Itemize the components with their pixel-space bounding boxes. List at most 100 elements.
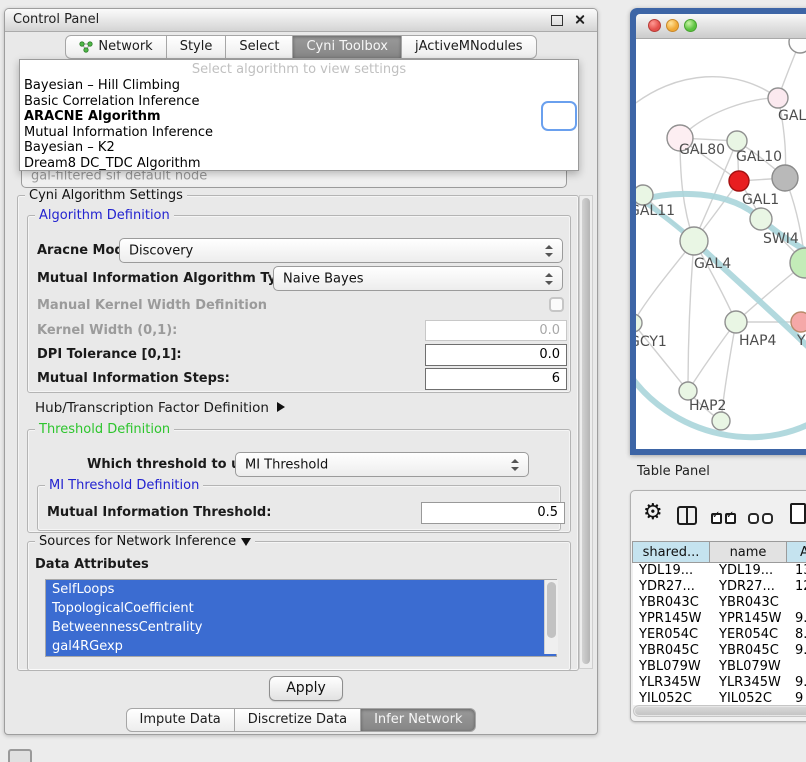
select-all-columns-icon[interactable] [711,513,736,524]
network-window-titlebar[interactable] [636,14,806,39]
hub-section-header[interactable]: Hub/Transcription Factor Definition [35,400,269,416]
table-row[interactable]: YBR045C YBR045C 9. [633,643,806,659]
cell-value: 9 [795,691,803,705]
tab-label: Cyni Toolbox [306,36,388,58]
node-unlabeled[interactable] [789,39,806,53]
settings-scrollbar[interactable] [579,195,593,669]
algorithm-placeholder: Select algorithm to view settings [20,61,578,78]
mi-steps-field[interactable]: 6 [425,368,567,390]
table-row[interactable]: YDL19... YDL19... 13 [633,563,806,579]
node-salmon[interactable] [791,312,806,332]
manual-kernel-checkbox[interactable] [549,297,564,312]
node-gal1-red[interactable] [729,171,749,191]
algorithm-option[interactable]: Basic Correlation Inference [20,94,578,110]
cell-shared-name: YER054C [639,627,698,643]
table-panel-title: Table Panel [637,464,710,479]
cell-value: 9. [795,611,806,627]
algorithm-option[interactable]: Dream8 DC_TDC Algorithm [20,156,578,172]
float-window-icon[interactable] [551,15,563,26]
split-columns-icon[interactable] [677,506,697,525]
algorithm-option[interactable]: Mutual Information Inference [20,125,578,141]
collapse-arrow-icon[interactable] [241,538,251,546]
algorithm-option[interactable]: Bayesian – Hill Climbing [20,78,578,94]
algorithm-dropdown-popup: Select algorithm to view settings Bayesi… [19,59,579,171]
node-gal-clipped[interactable] [768,88,788,108]
cell-shared-name: YBR043C [639,595,699,611]
node-swi4[interactable] [750,208,772,230]
table-row[interactable]: YIL052C YIL052C 9 [633,691,806,705]
focused-combo-fragment [541,101,577,131]
mi-algorithm-type-select[interactable]: Naive Bayes [273,266,563,291]
deselect-all-columns-icon[interactable] [748,513,773,524]
table-body[interactable]: YDL19... YDL19... 13 YDR27... YDR27... 1… [633,563,806,705]
apply-button[interactable]: Apply [269,676,343,701]
tab-discretize-data[interactable]: Discretize Data [234,708,361,732]
tab-impute-data[interactable]: Impute Data [126,708,235,732]
node-gcy1[interactable] [636,314,642,332]
expand-arrow-icon[interactable] [277,402,285,412]
attribute-item[interactable]: gal4RGexp [46,637,556,656]
table-row[interactable]: YBR043C YBR043C [633,595,806,611]
aracne-mode-select[interactable]: Discovery [119,238,563,263]
close-icon[interactable] [574,14,585,25]
table-row[interactable]: YPR145W YPR145W 9. [633,611,806,627]
attribute-item[interactable]: BetweennessCentrality [46,618,556,637]
scrollbar-thumb[interactable] [547,582,556,638]
which-threshold-select[interactable]: MI Threshold [235,452,529,477]
cell-name: YDL19... [719,563,773,579]
minimize-traffic-light[interactable] [666,19,679,32]
zoom-traffic-light[interactable] [684,19,697,32]
export-table-icon[interactable] [790,503,806,524]
scrollbar-thumb[interactable] [582,198,590,664]
gear-icon[interactable]: ⚙ [643,501,663,525]
control-panel-titlebar[interactable]: Control Panel [5,9,597,32]
node-gal4[interactable] [680,227,708,255]
data-attributes-list[interactable]: SelfLoopsTopologicalCoefficientBetweenne… [45,579,557,657]
tab-network[interactable]: Network [65,35,166,59]
sources-group-title[interactable]: Sources for Network Inference [35,534,255,549]
scrollbar-thumb[interactable] [635,707,806,715]
tab-label: Select [239,36,279,58]
minimized-panel-icon[interactable] [8,749,32,762]
network-canvas[interactable]: GAL GAL80 GAL10 GAL1 GAL11 SWI4 GAL4 GCY… [636,39,806,449]
horizontal-scrollbar[interactable] [633,705,806,717]
algorithm-option[interactable]: ARACNE Algorithm [20,109,578,125]
node-gal11[interactable] [636,185,653,205]
network-node-labels: GAL GAL80 GAL10 GAL1 GAL11 SWI4 GAL4 GCY… [636,108,806,414]
cell-value: 12 [795,579,806,595]
table-row[interactable]: YER054C YER054C 8. [633,627,806,643]
attribute-item[interactable]: SelfLoops [46,580,556,599]
dpi-tolerance-label: DPI Tolerance [0,1]: [37,347,182,363]
kernel-width-field[interactable]: 0.0 [425,320,567,341]
cell-name: YER054C [719,627,778,643]
close-traffic-light[interactable] [648,19,661,32]
column-header-shared-name[interactable]: shared... [632,541,710,563]
table-row[interactable]: YBL079W YBL079W [633,659,806,675]
algorithm-option[interactable]: Bayesian – K2 [20,140,578,156]
node-gal10[interactable] [727,131,747,151]
tab-jactivemnodules[interactable]: jActiveMNodules [401,35,537,59]
column-header-clipped[interactable]: A [786,541,806,563]
node-hap4[interactable] [725,311,747,333]
mi-threshold-field[interactable]: 0.5 [421,502,565,524]
attributes-scrollbar[interactable] [544,580,558,654]
node-label: GCY1 [636,334,667,350]
node-gray[interactable] [772,165,798,191]
cell-shared-name: YLR345W [639,675,701,691]
tab-cyni-toolbox[interactable]: Cyni Toolbox [292,35,402,59]
attribute-item[interactable]: TopologicalCoefficient [46,599,556,618]
tab-style[interactable]: Style [166,35,227,59]
node-label: GAL4 [694,256,731,272]
unchecked-box-icon [762,513,773,524]
table-row[interactable]: YDR27... YDR27... 12 [633,579,806,595]
checked-box-icon [711,513,722,524]
node-unlabeled[interactable] [712,412,730,430]
table-row[interactable]: YLR345W YLR345W 9. [633,675,806,691]
tab-select[interactable]: Select [225,35,293,59]
tab-infer-network[interactable]: Infer Network [360,708,476,732]
column-header-name[interactable]: name [709,541,787,563]
mi-threshold-group-title: MI Threshold Definition [45,478,203,493]
cell-value: 13 [795,563,806,579]
dpi-tolerance-field[interactable]: 0.0 [425,344,567,366]
cell-shared-name: YDL19... [639,563,693,579]
